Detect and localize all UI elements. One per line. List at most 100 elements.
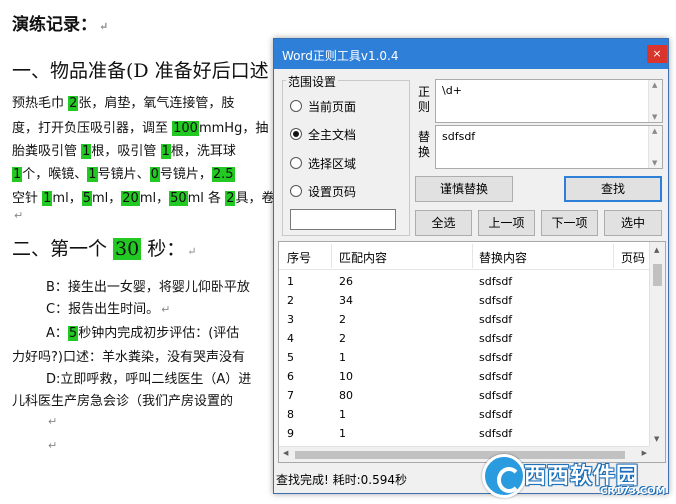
table-row[interactable]: 3 2 sdfsdf	[279, 310, 651, 329]
results-list[interactable]: 序号 匹配内容 替换内容 页码 1 26 sdfsdf 2 34 sdfsdf 3 2 sdfs…	[278, 241, 666, 463]
select-all-button[interactable]: 全选	[415, 210, 472, 236]
scope-radio-page-number[interactable]: 设置页码	[290, 182, 356, 200]
doc-highlight: 2	[225, 191, 236, 206]
logo-icon	[482, 454, 526, 498]
col-header-page[interactable]: 页码	[621, 249, 645, 266]
doc-text: ml，	[139, 191, 170, 206]
cell-index: 8	[287, 408, 294, 421]
doc-text: ml，	[91, 191, 122, 206]
doc-text: 号镜片，	[159, 167, 212, 182]
table-row[interactable]: 4 2 sdfsdf	[279, 329, 651, 348]
scope-radio-current-page[interactable]: 当前页面	[290, 97, 356, 115]
doc-b-line: B：接生出一女婴，将婴儿仰卧平放	[46, 280, 250, 295]
scope-radio-main-doc[interactable]: 全主文档	[290, 125, 356, 143]
find-button[interactable]: 查找	[564, 176, 662, 202]
scroll-thumb[interactable]	[653, 264, 662, 286]
cell-match: 2	[339, 313, 346, 326]
cell-replace: sdfsdf	[479, 408, 513, 421]
cell-index: 2	[287, 294, 294, 307]
table-row[interactable]: 5 1 sdfsdf	[279, 348, 651, 367]
doc-a-cont: 力好吗?)口述：羊水粪染，没有哭声没有	[12, 350, 245, 365]
cell-replace: sdfsdf	[479, 294, 513, 307]
doc-text-line: 度，打开负压吸引器，调至 100mmHg，抽	[12, 117, 268, 136]
site-watermark: 西西软件园 CR173.COM	[478, 452, 674, 502]
doc-text-line: 胎粪吸引管 1根，吸引管 1根，洗耳球	[12, 140, 236, 159]
cell-index: 1	[287, 275, 294, 288]
page-number-input[interactable]	[290, 209, 396, 230]
cell-replace: sdfsdf	[479, 370, 513, 383]
col-header-index[interactable]: 序号	[287, 249, 311, 266]
cell-match: 1	[339, 408, 346, 421]
doc-highlight: 100	[172, 121, 199, 136]
doc-text: 个，喉镜、	[22, 167, 88, 182]
doc-text: 张，肩垫，氧气连接管，肢	[78, 96, 235, 111]
table-row[interactable]: 2 34 sdfsdf	[279, 291, 651, 310]
cell-replace: sdfsdf	[479, 313, 513, 326]
col-header-replace[interactable]: 替换内容	[479, 249, 527, 266]
doc-highlight: 1	[42, 191, 53, 206]
doc-highlight: 1	[12, 167, 23, 182]
doc-text: ml，	[52, 191, 82, 206]
doc-d-line: D:立即呼救，呼叫二线医生（A）进	[46, 372, 252, 387]
doc-highlight: 2	[68, 96, 79, 111]
doc-highlight: 2.5	[211, 167, 235, 182]
scroll-up-icon: ▲	[652, 127, 658, 135]
close-button[interactable]: ×	[647, 45, 667, 63]
radio-icon	[290, 185, 302, 197]
table-row[interactable]: 1 26 sdfsdf	[279, 272, 651, 291]
doc-text: 度，打开负压吸引器，调至	[12, 121, 173, 136]
scroll-left-icon: ◀	[283, 449, 289, 457]
doc-text: 空针	[12, 191, 43, 206]
cell-replace: sdfsdf	[479, 351, 513, 364]
cell-index: 9	[287, 427, 294, 440]
results-vertical-scrollbar[interactable]: ▲ ▼	[649, 242, 665, 446]
col-header-match[interactable]: 匹配内容	[339, 249, 387, 266]
scroll-up-icon: ▲	[652, 81, 658, 89]
doc-d-cont: 儿科医生产房急会诊（我们产房设置的	[12, 394, 234, 409]
table-row[interactable]: 9 1 sdfsdf	[279, 424, 651, 443]
next-item-button[interactable]: 下一项	[541, 210, 598, 236]
table-row[interactable]: 6 10 sdfsdf	[279, 367, 651, 386]
title-bar[interactable]: Word正则工具v1.0.4 ×	[274, 39, 668, 69]
cell-replace: sdfsdf	[479, 389, 513, 402]
cell-index: 5	[287, 351, 294, 364]
regex-scrollbar[interactable]: ▲ ▼	[648, 80, 662, 122]
doc-text: 预热毛巾	[12, 96, 69, 111]
cell-match: 2	[339, 332, 346, 345]
cell-index: 6	[287, 370, 294, 383]
radio-icon	[290, 157, 302, 169]
regex-tool-window: Word正则工具v1.0.4 × 范围设置 当前页面 全主文档 选择区域 设置页…	[273, 38, 669, 494]
window-title: Word正则工具v1.0.4	[282, 49, 399, 63]
table-row[interactable]: 7 80 sdfsdf	[279, 386, 651, 405]
status-text: 查找完成! 耗时:0.594秒	[276, 473, 408, 487]
doc-text: 胎粪吸引管	[12, 144, 82, 159]
doc-blank-mark: ↵	[48, 415, 58, 428]
scope-group-label: 范围设置	[286, 73, 339, 90]
replace-input[interactable]: sdfsdf ▲ ▼	[435, 125, 663, 169]
cell-match: 26	[339, 275, 353, 288]
regex-input[interactable]: \d+ ▲ ▼	[435, 79, 663, 123]
results-header: 序号 匹配内容 替换内容 页码	[279, 242, 651, 270]
careful-replace-button[interactable]: 谨慎替换	[415, 176, 513, 202]
doc-blank-mark: ↵	[14, 209, 24, 222]
doc-a-line: A：5秒钟内完成初步评估：(评估	[46, 326, 240, 341]
scope-radio-selection[interactable]: 选择区域	[290, 154, 356, 172]
replace-scrollbar[interactable]: ▲ ▼	[648, 126, 662, 168]
cell-match: 80	[339, 389, 353, 402]
prev-item-button[interactable]: 上一项	[478, 210, 535, 236]
doc-text-line: 预热毛巾 2张，肩垫，氧气连接管，肢	[12, 92, 234, 111]
doc-text: 根，吸引管	[91, 144, 161, 159]
doc-section-2: 二、第一个 30 秒： ↵	[12, 238, 197, 260]
doc-highlight: 1	[87, 167, 98, 182]
doc-highlight: 50	[169, 191, 188, 206]
cell-index: 3	[287, 313, 294, 326]
select-in-doc-button[interactable]: 选中	[604, 210, 662, 236]
cell-replace: sdfsdf	[479, 332, 513, 345]
doc-highlight: 0	[149, 167, 160, 182]
table-row[interactable]: 8 1 sdfsdf	[279, 405, 651, 424]
doc-text: mmHg，抽	[198, 121, 269, 136]
cell-index: 7	[287, 389, 294, 402]
watermark-sub: CR173.COM	[600, 486, 666, 497]
doc-text: ml 各	[187, 191, 226, 206]
doc-highlight: 5	[67, 326, 79, 341]
